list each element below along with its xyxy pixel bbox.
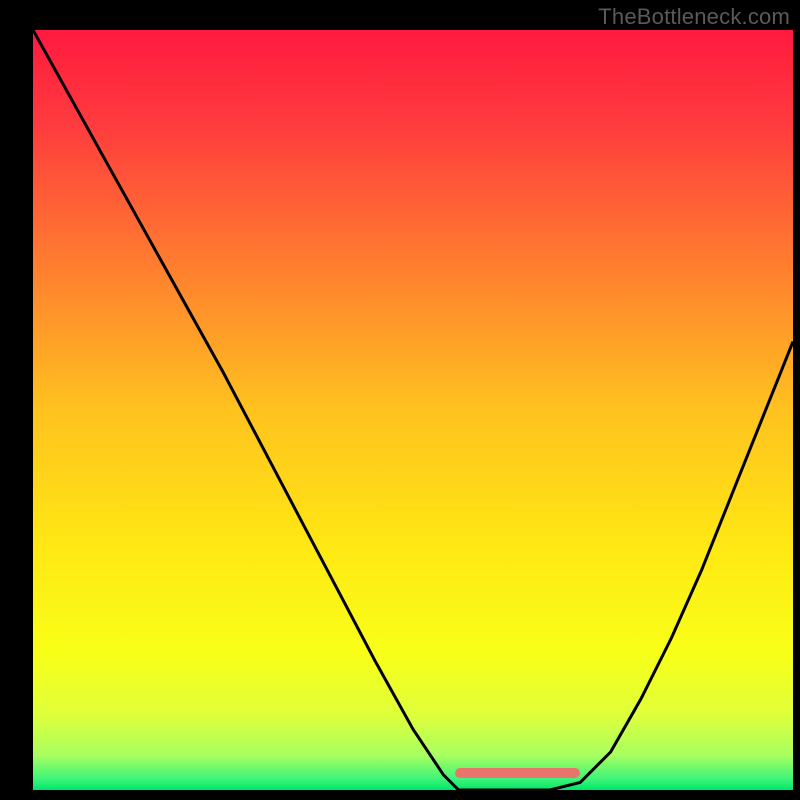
bottleneck-curve [33,30,793,790]
plot-area [33,30,793,790]
watermark-text: TheBottleneck.com [598,4,790,30]
chart-root: TheBottleneck.com [0,0,800,800]
optimal-range-marker [455,768,580,778]
curve-path [33,30,793,790]
